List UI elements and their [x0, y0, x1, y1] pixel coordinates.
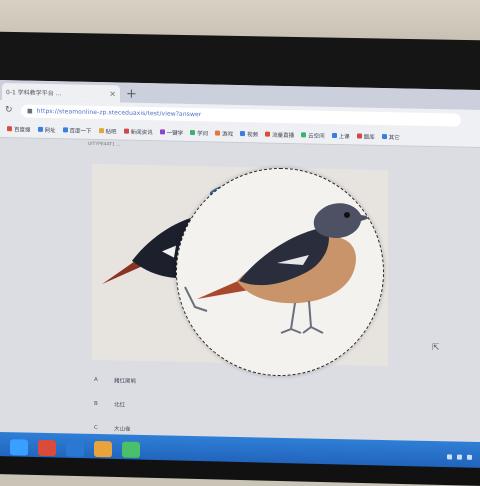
bookmark-favicon-icon [265, 131, 271, 137]
bookmark-favicon-icon [37, 126, 43, 132]
lock-icon: ■ [27, 107, 33, 115]
bookmark-favicon-icon [240, 131, 246, 137]
tab-close-icon[interactable]: × [109, 89, 116, 98]
start-button-icon[interactable] [10, 439, 28, 456]
bookmark-item[interactable]: 视频 [240, 130, 258, 138]
bookmark-label: 题库 [363, 134, 375, 141]
breadcrumb: UITYPE4AT1 ... [88, 141, 121, 148]
bookmark-item[interactable]: 一键学 [159, 128, 184, 137]
new-tab-button[interactable]: + [126, 87, 137, 103]
mouse-cursor-icon: ⇱ [432, 343, 440, 354]
right-bird-icon [197, 203, 373, 334]
bookmark-label: 一键学 [166, 129, 184, 137]
bookmark-label: 游戏 [222, 131, 234, 138]
tray-volume-icon[interactable] [457, 454, 462, 460]
bookmark-label: 网址 [44, 127, 56, 134]
bookmark-favicon-icon [7, 126, 12, 132]
magnifier-lens[interactable] [176, 168, 384, 376]
bookmark-item[interactable]: 学问 [190, 128, 209, 137]
bookmark-favicon-icon [301, 132, 307, 138]
bookmark-item[interactable]: 流量直播 [265, 130, 294, 139]
option-text: 赭红尾鸲 [114, 378, 137, 385]
bookmark-item[interactable]: 贴吧 [98, 127, 117, 135]
bookmark-favicon-icon [159, 129, 165, 135]
magnified-bird-illustration [184, 203, 373, 334]
bookmark-label: 其它 [388, 134, 400, 141]
option-letter: A [94, 376, 98, 384]
bookmark-label: 流量直播 [272, 132, 295, 139]
bookmark-favicon-icon [190, 129, 196, 136]
option-letter: B [94, 400, 98, 408]
bookmark-label: 学问 [197, 130, 209, 137]
bookmark-favicon-icon [98, 128, 104, 134]
url-text: https://steamonline-zp.steceduaxis/test/… [36, 107, 202, 118]
bookmark-label: 上课 [338, 133, 350, 140]
tray-clock-icon[interactable] [467, 454, 472, 460]
bookmark-label: 贴吧 [105, 128, 117, 135]
option-text: 北红 [114, 402, 126, 409]
bookmark-favicon-icon [62, 127, 68, 133]
bookmark-label: 百度搜 [14, 126, 31, 134]
system-tray [447, 453, 472, 460]
bookmark-item[interactable]: 上课 [331, 131, 350, 140]
tray-network-icon[interactable] [447, 453, 452, 459]
bookmark-label: 视频 [247, 131, 259, 138]
tab-title: 0-1 学科教学平台 ... [6, 89, 62, 98]
bookmark-item[interactable]: 题库 [356, 132, 375, 141]
bookmark-favicon-icon [381, 133, 387, 140]
left-bird-leg [184, 286, 208, 312]
bookmark-favicon-icon [215, 130, 221, 136]
option-letter: C [94, 424, 98, 432]
bookmark-label: 百度一下 [69, 127, 92, 135]
bookmark-item[interactable]: 游戏 [215, 129, 233, 137]
bookmark-favicon-icon [356, 133, 362, 139]
taskbar-folder-icon[interactable] [94, 440, 112, 458]
bookmark-label: 云空间 [308, 132, 325, 140]
reload-icon[interactable]: ↻ [5, 105, 15, 115]
bookmark-item[interactable]: 其它 [381, 132, 400, 141]
bookmark-favicon-icon [123, 128, 129, 134]
bookmark-item[interactable]: 网址 [37, 125, 56, 134]
bookmark-item[interactable]: 百度搜 [7, 125, 31, 133]
taskbar-media-icon[interactable] [122, 441, 140, 458]
bookmark-item[interactable]: 百度一下 [62, 126, 92, 135]
bookmark-favicon-icon [331, 132, 337, 139]
taskbar-app-icon[interactable] [38, 439, 56, 457]
taskbar-browser-icon[interactable] [66, 440, 84, 457]
bookmark-label: 新闻资讯 [130, 129, 153, 136]
bookmark-item[interactable]: 新闻资讯 [123, 127, 153, 136]
bookmark-item[interactable]: 云空间 [301, 131, 325, 139]
option-text: 大山雀 [114, 426, 131, 433]
